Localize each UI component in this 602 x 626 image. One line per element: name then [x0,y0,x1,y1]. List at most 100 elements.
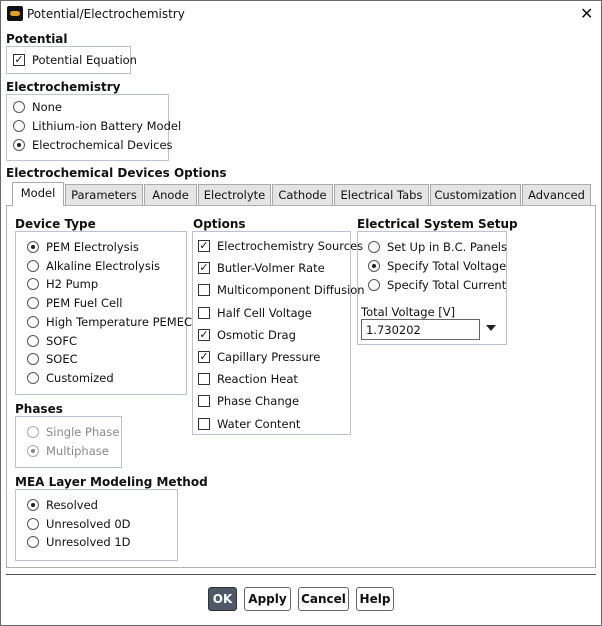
option-label: SOFC [46,333,77,348]
option-label: Multiphase [46,444,109,458]
radio-specify-total-current[interactable]: Specify Total Current [368,278,506,292]
checkbox-capillary-pressure[interactable]: ✓ Capillary Pressure [198,350,320,364]
checkbox-butler-volmer-rate[interactable]: ✓ Butler-Volmer Rate [198,261,325,275]
radio-specify-total-voltage[interactable]: Specify Total Voltage [368,259,506,273]
radio-alkaline-electrolysis[interactable]: Alkaline Electrolysis [27,259,160,273]
radio-selected-icon [27,445,39,457]
divider [6,574,596,575]
checkbox-unchecked-icon [198,284,210,297]
radio-unselected-icon [13,101,25,113]
checkbox-label: Potential Equation [32,53,137,67]
total-voltage-label: Total Voltage [V] [361,305,456,319]
checkbox-unchecked-icon [198,395,210,408]
radio-unresolved-1d[interactable]: Unresolved 1D [27,535,131,549]
tab-electrical-tabs[interactable]: Electrical Tabs [334,184,429,205]
radio-unselected-icon [368,279,380,291]
radio-unselected-icon [13,120,25,132]
checkbox-phase-change[interactable]: Phase Change [198,394,299,408]
option-label: Multicomponent Diffusion [217,283,365,298]
electrical-setup-label: Electrical System Setup [357,217,518,231]
radio-unselected-icon [27,536,39,549]
option-label: Customized [46,370,114,385]
option-label: Reaction Heat [217,372,298,387]
option-label: SOEC [46,352,78,367]
option-label: Resolved [46,498,98,512]
option-label: Osmotic Drag [217,327,296,342]
option-label: Unresolved 1D [46,535,131,550]
radio-resolved[interactable]: Resolved [27,498,98,512]
option-label: Unresolved 0D [46,516,131,531]
option-label: Single Phase [46,425,120,439]
checkbox-unchecked-icon [198,306,210,319]
radio-unselected-icon [27,353,39,366]
checkbox-osmotic-drag[interactable]: ✓ Osmotic Drag [198,328,296,342]
option-label: PEM Electrolysis [46,240,139,254]
devices-options-label: Electrochemical Devices Options [6,166,227,180]
radio-selected-icon [13,139,25,151]
checkbox-unchecked-icon [198,373,210,386]
radio-high-temperature-pemec[interactable]: High Temperature PEMEC [27,315,192,329]
radio-pem-fuel-cell[interactable]: PEM Fuel Cell [27,296,122,310]
tab-customization[interactable]: Customization [430,184,521,205]
checkbox-checked-icon: ✓ [198,327,210,341]
tab-model[interactable]: Model [12,182,64,206]
mea-label: MEA Layer Modeling Method [15,475,208,489]
close-icon[interactable]: ✕ [580,4,593,23]
radio-none[interactable]: None [13,100,62,114]
option-label: Water Content [217,416,301,431]
radio-h2-pump[interactable]: H2 Pump [27,277,98,291]
radio-pem-electrolysis[interactable]: PEM Electrolysis [27,240,139,254]
checkbox-reaction-heat[interactable]: Reaction Heat [198,372,298,386]
checkbox-checked-icon: ✓ [13,53,25,66]
tab-cathode[interactable]: Cathode [272,184,333,205]
option-label: Alkaline Electrolysis [46,258,161,273]
radio-set-up-in-b-c-panels[interactable]: Set Up in B.C. Panels [368,240,507,254]
checkbox-unchecked-icon [198,417,210,430]
apply-button[interactable]: Apply [244,587,291,611]
option-label: Capillary Pressure [217,350,321,364]
potential-label: Potential [6,32,68,46]
help-button[interactable]: Help [356,587,394,611]
radio-lithium-ion-battery-model[interactable]: Lithium-ion Battery Model [13,119,181,133]
radio-single-phase: Single Phase [27,425,119,439]
radio-unselected-icon [27,426,39,438]
radio-customized[interactable]: Customized [27,371,114,385]
checkbox-checked-icon: ✓ [198,350,210,363]
option-label: PEM Fuel Cell [46,296,123,311]
option-label: Phase Change [217,394,300,409]
radio-multiphase: Multiphase [27,444,109,458]
radio-unselected-icon [27,259,39,272]
electrochemistry-label: Electrochemistry [6,80,121,94]
phases-label: Phases [15,402,63,416]
tab-anode[interactable]: Anode [144,184,197,205]
radio-selected-icon [27,241,39,253]
option-label: Lithium-ion Battery Model [32,119,182,133]
total-voltage-input[interactable]: 1.730202 [361,319,480,340]
radio-electrochemical-devices[interactable]: Electrochemical Devices [13,138,173,152]
checkbox-electrochemistry-sources[interactable]: ✓ Electrochemistry Sources [198,239,363,253]
ansys-fluent-logo-icon [7,6,23,21]
tab-advanced[interactable]: Advanced [522,184,591,205]
option-label: High Temperature PEMEC [46,314,193,329]
cancel-button[interactable]: Cancel [298,587,349,611]
radio-unselected-icon [27,278,39,291]
radio-soec[interactable]: SOEC [27,352,78,366]
checkbox-checked-icon: ✓ [198,239,210,252]
option-label: Half Cell Voltage [217,305,312,320]
radio-sofc[interactable]: SOFC [27,334,77,348]
dropdown-arrow-icon[interactable] [486,325,496,331]
tab-parameters[interactable]: Parameters [65,184,143,205]
radio-unselected-icon [368,241,380,253]
radio-selected-icon [27,499,39,511]
checkbox-water-content[interactable]: Water Content [198,417,300,431]
option-label: Specify Total Current [387,278,507,292]
option-label: Butler-Volmer Rate [217,261,325,276]
checkbox-half-cell-voltage[interactable]: Half Cell Voltage [198,306,312,320]
option-label: Electrochemical Devices [32,138,173,152]
potential-equation-checkbox[interactable]: ✓ Potential Equation [13,53,137,67]
radio-unselected-icon [27,315,39,328]
radio-unresolved-0d[interactable]: Unresolved 0D [27,517,131,531]
ok-button[interactable]: OK [208,587,237,611]
checkbox-multicomponent-diffusion[interactable]: Multicomponent Diffusion [198,283,365,297]
tab-electrolyte[interactable]: Electrolyte [198,184,271,205]
